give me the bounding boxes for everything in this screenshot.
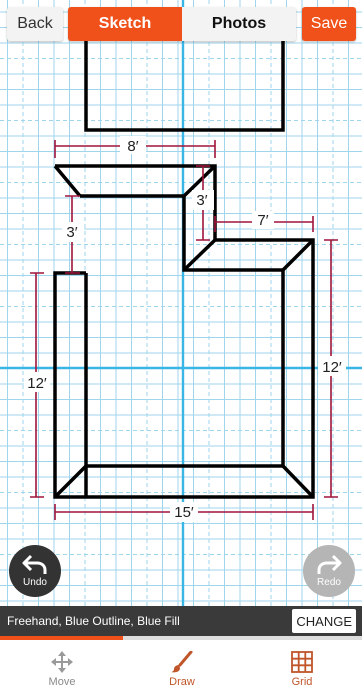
grid-icon <box>291 650 313 673</box>
draw-tool-label: Draw <box>169 675 195 688</box>
dim-label-3ft-left: 3′ <box>66 224 77 241</box>
tab-sketch[interactable]: Sketch <box>68 7 182 41</box>
redo-label: Redo <box>317 577 341 588</box>
undo-icon <box>22 554 47 574</box>
bottom-toolbar: Move Draw Grid <box>0 640 362 698</box>
dim-label-15ft: 15′ <box>174 504 194 521</box>
dim-label-12ft-left: 12′ <box>27 375 47 392</box>
grid-tool-button[interactable]: Grid <box>242 640 362 698</box>
tool-status-bar: Freehand, Blue Outline, Blue Fill CHANGE <box>0 606 362 636</box>
grid-tool-label: Grid <box>291 675 313 688</box>
brush-icon <box>171 650 193 672</box>
tool-mode-text: Freehand, Blue Outline, Blue Fill <box>7 614 180 628</box>
dim-label-3ft-inner: 3′ <box>196 192 207 209</box>
change-button[interactable]: CHANGE <box>292 609 356 633</box>
tab-photos[interactable]: Photos <box>182 7 296 41</box>
back-button[interactable]: Back <box>7 7 63 41</box>
save-button[interactable]: Save <box>302 7 356 41</box>
move-icon <box>51 650 73 673</box>
view-tabs: Sketch Photos <box>68 7 296 41</box>
move-tool-button[interactable]: Move <box>2 640 122 698</box>
undo-button[interactable]: Undo <box>9 545 61 597</box>
dim-label-7ft: 7′ <box>257 212 268 229</box>
dim-label-12ft-right: 12′ <box>322 359 342 376</box>
redo-icon <box>317 554 342 574</box>
wall-main-inner[interactable] <box>80 194 285 468</box>
dim-label-8ft: 8′ <box>127 138 138 155</box>
undo-label: Undo <box>23 577 47 588</box>
draw-tool-button[interactable]: Draw <box>122 640 242 698</box>
move-tool-label: Move <box>48 675 76 688</box>
sketch-canvas[interactable]: 8′ 3′ 3′ 7′ 12′ 12′ 15′ <box>0 0 362 698</box>
wall-corner-tl[interactable] <box>53 164 82 198</box>
redo-button[interactable]: Redo <box>303 545 355 597</box>
